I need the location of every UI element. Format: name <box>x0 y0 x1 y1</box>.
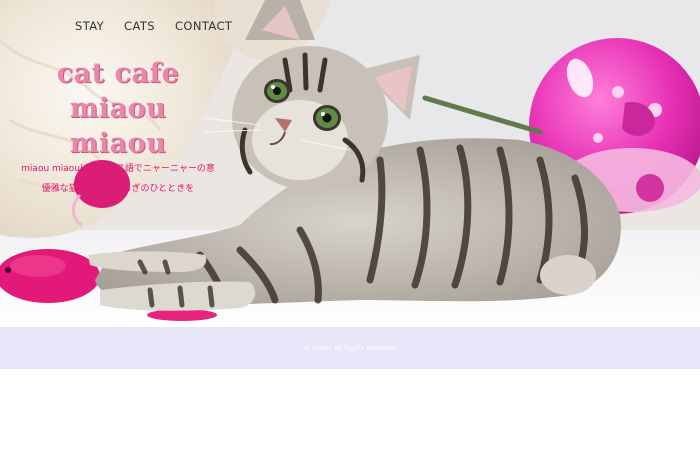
brand-title-line-2: miaou <box>69 93 167 124</box>
tagline: miaou miaouはフランス語でニャーニャーの意味 優雅な猫たちとくつろぎの… <box>20 164 216 194</box>
nav-link-stay[interactable]: STAY <box>75 19 104 33</box>
tagline-line-1: miaou miaouはフランス語でニャーニャーの意味 <box>21 164 215 184</box>
page: STAY CATS CONTACT cat cafe miaou miaou m… <box>0 0 700 450</box>
footer: © miaou All Rights Reserved <box>0 327 700 369</box>
main-nav: STAY CATS CONTACT <box>75 19 232 33</box>
brand-logo[interactable]: cat cafe miaou miaou <box>40 56 196 161</box>
tagline-line-2: 優雅な猫たちとくつろぎのひとときを <box>41 184 195 194</box>
nav-link-contact[interactable]: CONTACT <box>175 19 232 33</box>
copyright-text: © miaou All Rights Reserved <box>304 344 396 352</box>
hero-banner: STAY CATS CONTACT cat cafe miaou miaou m… <box>0 0 700 327</box>
nav-link-cats[interactable]: CATS <box>124 19 155 33</box>
brand-title-line-1: cat cafe <box>56 58 180 89</box>
brand-title-line-3: miaou <box>69 128 167 159</box>
blank-area <box>0 369 700 450</box>
